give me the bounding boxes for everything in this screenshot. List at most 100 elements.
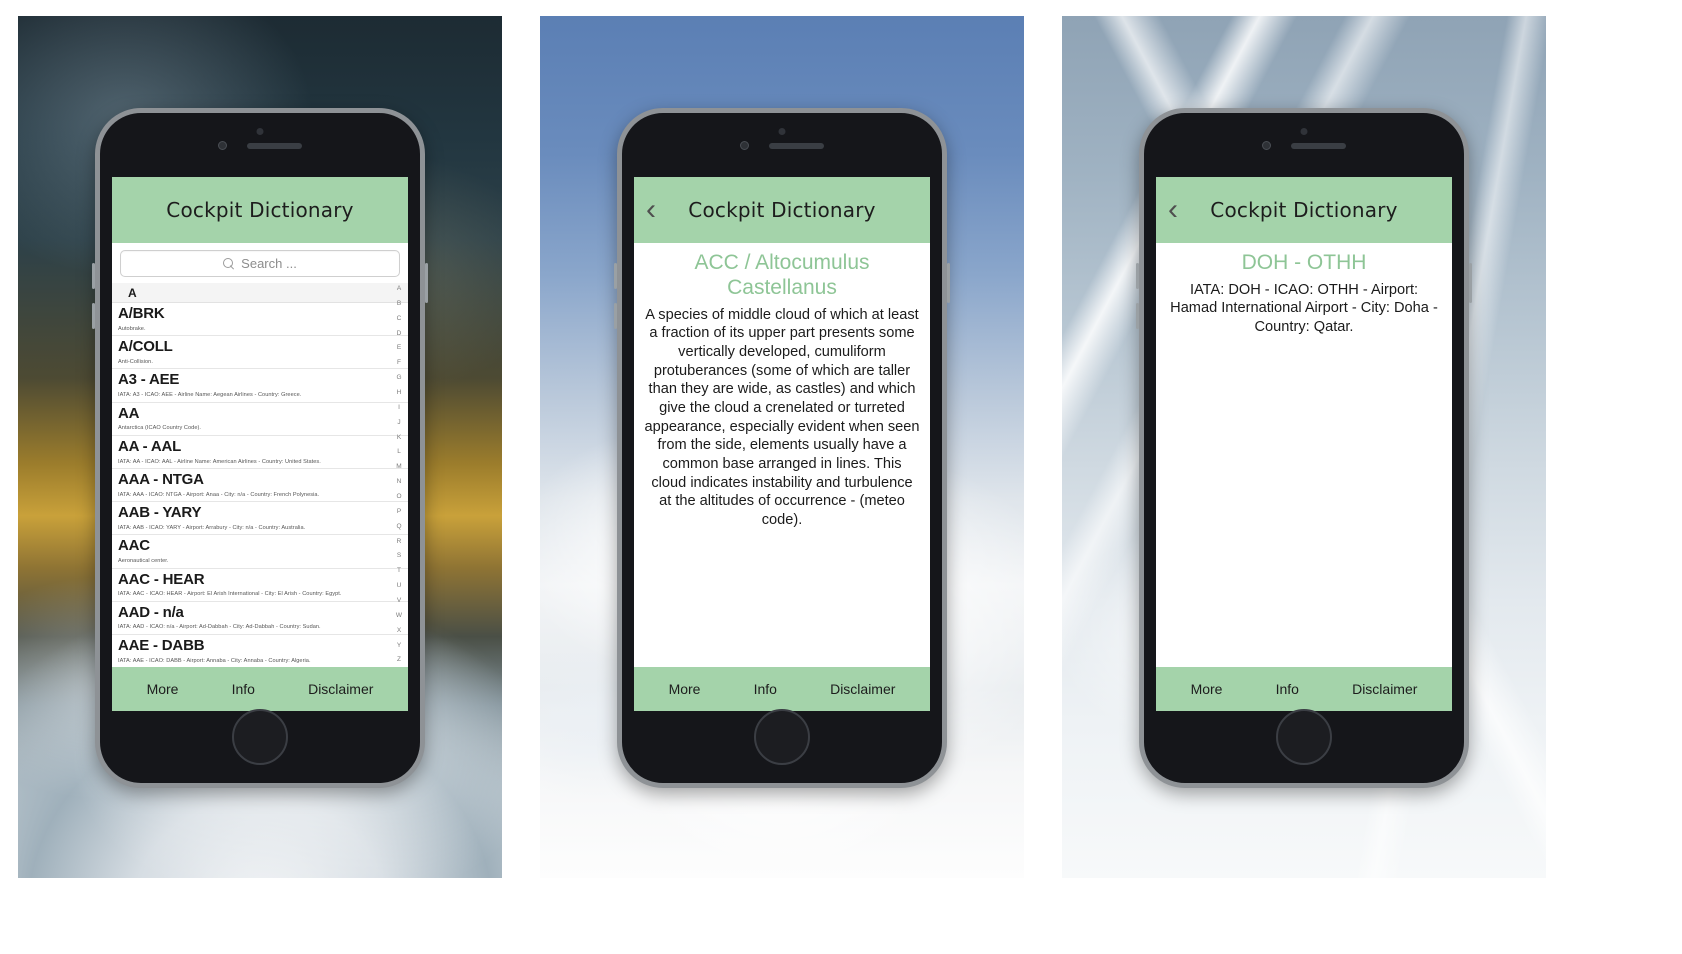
index-letter[interactable]: N xyxy=(397,479,402,486)
list-item[interactable]: AA Antarctica (ICAO Country Code). xyxy=(112,403,408,436)
chevron-left-icon[interactable]: ‹ xyxy=(646,195,656,225)
tab-info-button[interactable]: Info xyxy=(754,681,777,697)
index-letter[interactable]: P xyxy=(397,508,401,516)
list-item-subtitle: Autobrake. xyxy=(118,325,146,332)
list-item-subtitle: IATA: AAA - ICAO: NTGA - Airport: Anaa -… xyxy=(118,491,320,498)
index-letter[interactable]: H xyxy=(397,389,402,397)
list-item[interactable]: A/COLL Anti-Collision. xyxy=(112,336,408,370)
panel-definition-screen: ‹ Cockpit Dictionary ACC / Altocumulus C… xyxy=(540,16,1024,878)
dictionary-list[interactable]: A A/BRK Autobrake. A/COLL Anti-Collision. A3… xyxy=(112,283,408,667)
phone-frame-3: ‹ Cockpit Dictionary DOH - OTHH IATA: DO… xyxy=(1136,108,1472,788)
phone-screen-1: Cockpit Dictionary Search ... A A/BRK Aut… xyxy=(112,177,408,711)
search-input[interactable]: Search ... xyxy=(120,250,400,277)
index-letter[interactable]: U xyxy=(397,583,402,590)
list-item-title: AAC xyxy=(118,537,150,555)
airport-detail: DOH - OTHH IATA: DOH - ICAO: OTHH - Airp… xyxy=(1156,243,1452,667)
power-button[interactable] xyxy=(1469,263,1472,303)
list-rows-container: A/BRK Autobrake. A/COLL Anti-Collision. A3 -… xyxy=(112,303,408,667)
phone-screen-2: ‹ Cockpit Dictionary ACC / Altocumulus C… xyxy=(634,177,930,711)
definition-body: A species of middle cloud of which at le… xyxy=(644,306,920,528)
index-letter[interactable]: G xyxy=(396,375,401,382)
earpiece-grille-icon xyxy=(769,142,824,149)
index-letter[interactable]: Y xyxy=(397,642,401,650)
definition-title: ACC / Altocumulus Castellanus xyxy=(694,251,870,299)
app-title-2: Cockpit Dictionary xyxy=(688,198,876,222)
volume-down-button[interactable] xyxy=(614,303,617,329)
tab-more-button[interactable]: More xyxy=(1191,681,1223,697)
power-button[interactable] xyxy=(425,263,428,303)
list-item[interactable]: AAA - NTGA IATA: AAA - ICAO: NTGA - Airpo… xyxy=(112,469,408,503)
volume-up-button[interactable] xyxy=(614,263,617,289)
volume-up-button[interactable] xyxy=(1136,263,1139,289)
index-letter[interactable]: V xyxy=(397,598,401,605)
list-item[interactable]: AAC - HEAR IATA: AAC - ICAO: HEAR - Airpo… xyxy=(112,569,408,602)
list-item-title: AAE - DABB xyxy=(118,636,205,654)
alphabet-index[interactable]: ABCDE F GHIJKL M N OPQRS T U VWXYZ xyxy=(391,285,407,665)
list-item-subtitle: IATA: AAB - ICAO: YARY - Airport: Arrabu… xyxy=(118,524,306,531)
tab-disclaimer-button[interactable]: Disclaimer xyxy=(1352,681,1417,697)
index-letter[interactable]: B xyxy=(397,300,401,308)
list-item[interactable]: AAD - n/a IATA: AAD - ICAO: n/a - Airport… xyxy=(112,602,408,635)
speaker-row-3 xyxy=(1144,141,1464,150)
list-item-title: AAB - YARY xyxy=(118,504,202,522)
index-letter[interactable]: Q xyxy=(396,523,401,531)
index-letter[interactable]: W xyxy=(396,612,402,620)
list-item[interactable]: AAC Aeronautical center. xyxy=(112,535,408,569)
index-letter[interactable]: S xyxy=(397,553,401,560)
app-title-1: Cockpit Dictionary xyxy=(166,198,354,222)
list-item-subtitle: IATA: AAC - ICAO: HEAR - Airport: El Ari… xyxy=(118,591,342,598)
home-button-3[interactable] xyxy=(1276,709,1332,765)
index-letter[interactable]: C xyxy=(397,315,402,323)
tab-info-button[interactable]: Info xyxy=(232,681,255,697)
index-letter[interactable]: T xyxy=(397,568,401,575)
index-letter[interactable]: Z xyxy=(397,657,401,664)
front-camera-dot-icon xyxy=(256,128,264,135)
tab-more-button[interactable]: More xyxy=(669,681,701,697)
definition-detail: ACC / Altocumulus Castellanus A species … xyxy=(634,243,930,667)
list-item-subtitle: IATA: AA - ICAO: AAL - Airline Name: Ame… xyxy=(118,458,321,465)
index-letter[interactable]: O xyxy=(396,494,401,501)
index-letter[interactable]: F xyxy=(397,360,401,367)
volume-up-button[interactable] xyxy=(92,263,95,289)
list-item[interactable]: AA - AAL IATA: AA - ICAO: AAL - Airline N… xyxy=(112,436,408,469)
index-letter[interactable]: R xyxy=(397,538,402,546)
chevron-left-icon[interactable]: ‹ xyxy=(1168,195,1178,225)
screenshot-stage: Cockpit Dictionary Search ... A A/BRK Aut… xyxy=(0,0,1682,954)
volume-down-button[interactable] xyxy=(1136,303,1139,329)
search-icon xyxy=(223,258,234,269)
volume-down-button[interactable] xyxy=(92,303,95,329)
list-item-subtitle: Antarctica (ICAO Country Code). xyxy=(118,425,201,432)
list-item-subtitle: IATA: A3 - ICAO: AEE - Airline Name: Aeg… xyxy=(118,392,302,399)
list-item-title: A/BRK xyxy=(118,305,165,322)
index-letter[interactable]: L xyxy=(397,449,401,456)
earpiece-grille-icon xyxy=(1291,142,1346,149)
tab-disclaimer-button[interactable]: Disclaimer xyxy=(830,681,895,697)
list-item[interactable]: A3 - AEE IATA: A3 - ICAO: AEE - Airline N… xyxy=(112,369,408,403)
tab-info-button[interactable]: Info xyxy=(1276,681,1299,697)
index-letter[interactable]: D xyxy=(397,330,402,338)
earpiece-grille-icon xyxy=(247,142,302,149)
navbar-2: ‹ Cockpit Dictionary xyxy=(634,177,930,243)
index-letter[interactable]: K xyxy=(397,434,401,442)
list-item[interactable]: AAB - YARY IATA: AAB - ICAO: YARY - Airpo… xyxy=(112,502,408,536)
home-button-2[interactable] xyxy=(754,709,810,765)
tab-disclaimer-button[interactable]: Disclaimer xyxy=(308,681,373,697)
list-item-subtitle: Aeronautical center. xyxy=(118,558,169,565)
index-letter[interactable]: A xyxy=(397,285,401,293)
list-item[interactable]: A/BRK Autobrake. xyxy=(112,303,408,337)
power-button[interactable] xyxy=(947,263,950,303)
tab-more-button[interactable]: More xyxy=(147,681,179,697)
phone-frame-1: Cockpit Dictionary Search ... A A/BRK Aut… xyxy=(92,108,428,788)
index-letter[interactable]: X xyxy=(397,627,401,635)
index-letter[interactable]: E xyxy=(397,345,401,352)
list-item-subtitle: IATA: AAE - ICAO: DABB - Airport: Annaba… xyxy=(118,657,311,664)
index-letter[interactable]: J xyxy=(397,419,400,427)
section-header-a: A xyxy=(112,283,408,303)
tabbar-2: More Info Disclaimer xyxy=(634,667,930,711)
speaker-row-1 xyxy=(100,141,420,150)
index-letter[interactable]: I xyxy=(398,404,400,412)
list-item-subtitle: IATA: AAD - ICAO: n/a - Airport: Ad-Dabb… xyxy=(118,624,321,631)
list-item[interactable]: AAE - DABB IATA: AAE - ICAO: DABB - Airpo… xyxy=(112,635,408,667)
index-letter[interactable]: M xyxy=(396,464,401,471)
home-button-1[interactable] xyxy=(232,709,288,765)
